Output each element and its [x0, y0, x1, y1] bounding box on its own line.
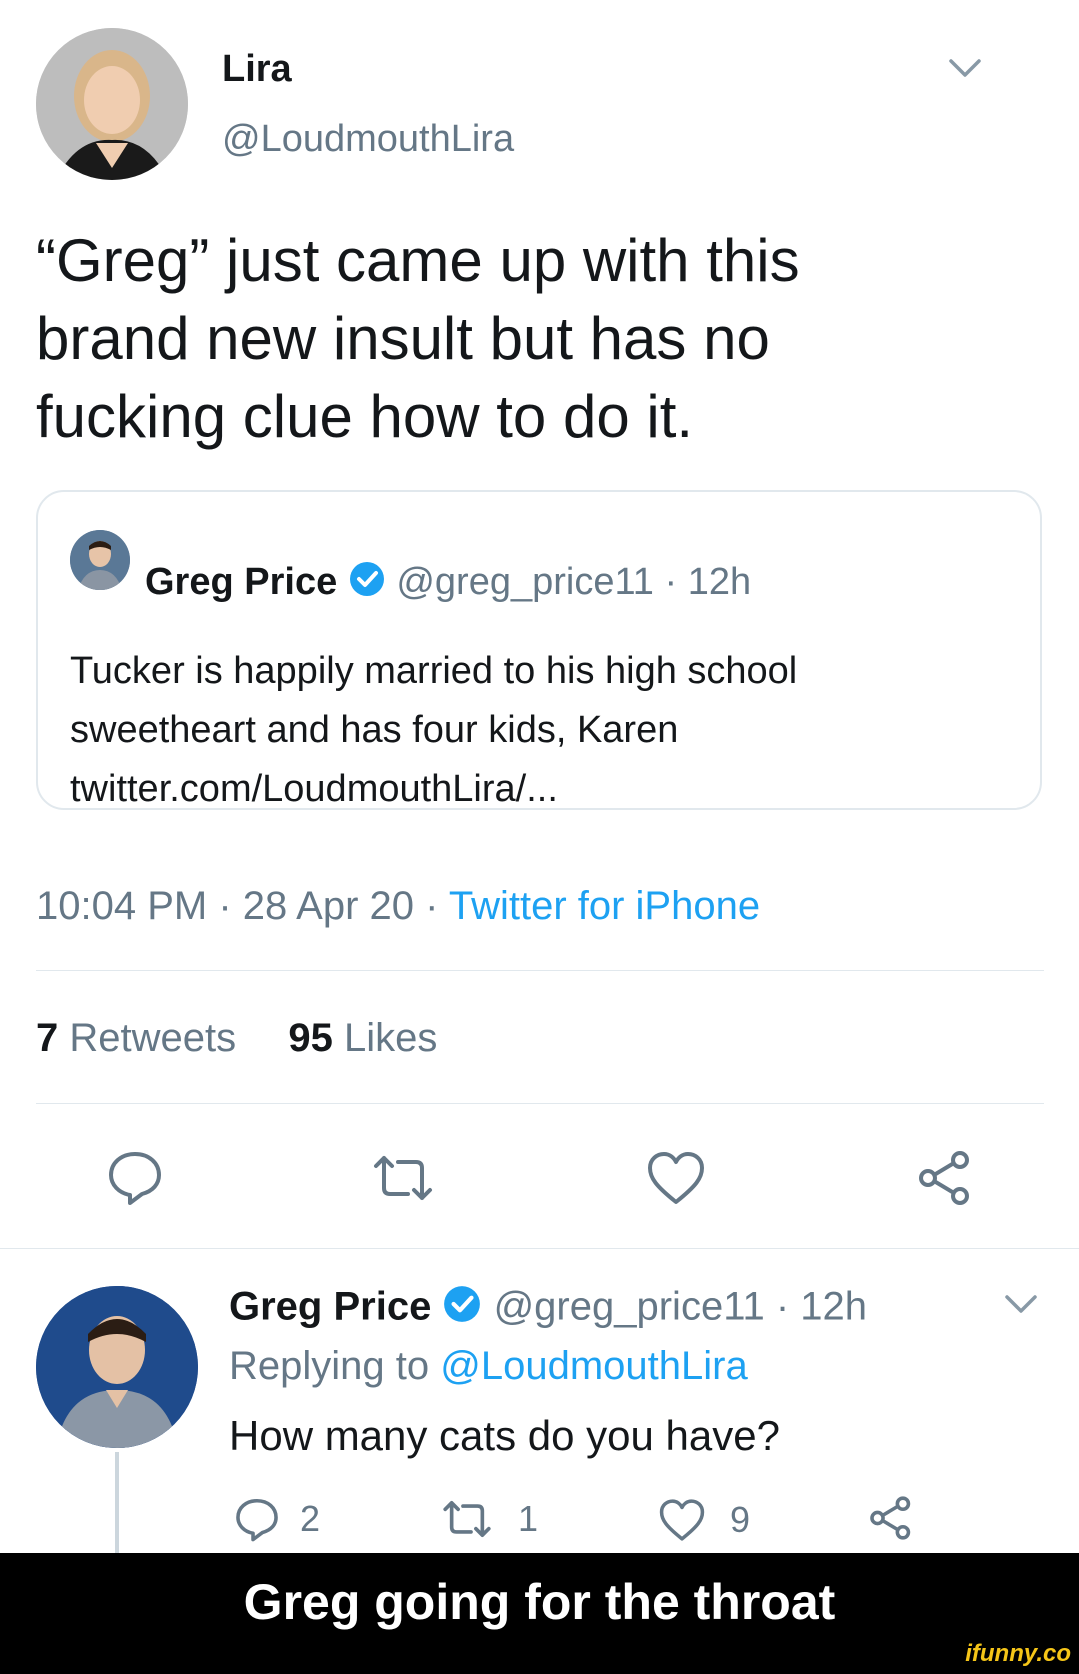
display-name[interactable]: Lira [222, 48, 292, 91]
tweet-text: “Greg” just came up with this brand new … [36, 222, 800, 456]
retweets-label: Retweets [69, 1016, 237, 1060]
caption: Greg going for the throat [243, 1574, 836, 1630]
avatar-photo-icon [36, 28, 188, 180]
retweet-icon [374, 1156, 432, 1200]
tweet-text-line: fucking clue how to do it. [36, 383, 694, 450]
reply-button[interactable] [106, 1148, 164, 1206]
timestamp-row: 10:04 PM · 28 Apr 20 · Twitter for iPhon… [36, 884, 760, 929]
thread-line [115, 1452, 119, 1553]
likes-label: Likes [344, 1016, 438, 1060]
share-icon [919, 1151, 969, 1205]
retweet-button[interactable] [370, 1152, 436, 1204]
replying-handle[interactable]: @LoudmouthLira [440, 1344, 747, 1388]
reply-avatar[interactable] [36, 1286, 198, 1448]
like-count: 9 [730, 1499, 751, 1540]
quoted-link[interactable]: twitter.com/LoudmouthLira/... [70, 760, 797, 819]
heart-icon [659, 1499, 705, 1541]
reply-handle[interactable]: @greg_price11 · 12h [494, 1285, 867, 1329]
avatar-photo-icon [70, 530, 130, 590]
divider [36, 1103, 1044, 1104]
retweets-count: 7 [36, 1016, 59, 1060]
source-link[interactable]: Twitter for iPhone [449, 884, 760, 928]
quoted-handle[interactable]: @greg_price11 · 12h [396, 561, 751, 603]
divider [0, 1248, 1079, 1249]
retweet-icon [443, 1501, 491, 1537]
tweet-text-line: brand new insult but has no [36, 305, 770, 372]
quoted-text-line: Tucker is happily married to his high sc… [70, 650, 798, 692]
verified-badge-icon [442, 1284, 482, 1334]
share-icon [870, 1496, 911, 1540]
chevron-down-icon[interactable] [1004, 1292, 1038, 1321]
replying-to: Replying to @LoudmouthLira [229, 1344, 748, 1389]
replying-prefix: Replying to [229, 1344, 441, 1388]
handle[interactable]: @LoudmouthLira [222, 118, 514, 161]
chevron-down-icon[interactable] [948, 56, 982, 85]
reply-comment-button[interactable]: 2 [234, 1496, 320, 1542]
heart-icon [648, 1152, 704, 1204]
reply-text: How many cats do you have? [229, 1412, 780, 1459]
reply-share-button[interactable] [868, 1494, 914, 1542]
likes-stat[interactable]: 95 Likes [288, 1016, 437, 1060]
share-button[interactable] [916, 1148, 974, 1208]
reply-header: Greg Price @greg_price11 · 12h [229, 1284, 867, 1334]
avatar-photo-icon [36, 1286, 198, 1448]
comment-icon [236, 1498, 278, 1542]
divider [36, 970, 1044, 971]
reply-retweet-button[interactable]: 1 [440, 1498, 538, 1540]
timestamp: 10:04 PM · 28 Apr 20 · [36, 884, 449, 928]
reply-display-name[interactable]: Greg Price [229, 1285, 431, 1329]
tweet-text-line: “Greg” just came up with this [36, 227, 800, 294]
retweet-count: 1 [518, 1498, 539, 1539]
quoted-text: Tucker is happily married to his high sc… [70, 642, 797, 819]
likes-count: 95 [288, 1016, 333, 1060]
quoted-text-line: sweetheart and has four kids, Karen [70, 709, 679, 751]
ifunny-watermark: ifunny.co [965, 1640, 1071, 1667]
quoted-header: Greg Price @greg_price11 · 12h [145, 560, 751, 608]
verified-badge-icon [348, 560, 386, 608]
like-button[interactable] [646, 1150, 706, 1206]
comment-icon [109, 1152, 161, 1205]
retweets-stat[interactable]: 7 Retweets [36, 1016, 236, 1060]
avatar-lira[interactable] [36, 28, 188, 180]
quoted-display-name[interactable]: Greg Price [145, 561, 337, 603]
reply-count: 2 [300, 1498, 321, 1539]
reply-like-button[interactable]: 9 [658, 1498, 750, 1542]
stats-row: 7 Retweets 95 Likes [36, 1016, 437, 1061]
quoted-avatar[interactable] [70, 530, 130, 590]
